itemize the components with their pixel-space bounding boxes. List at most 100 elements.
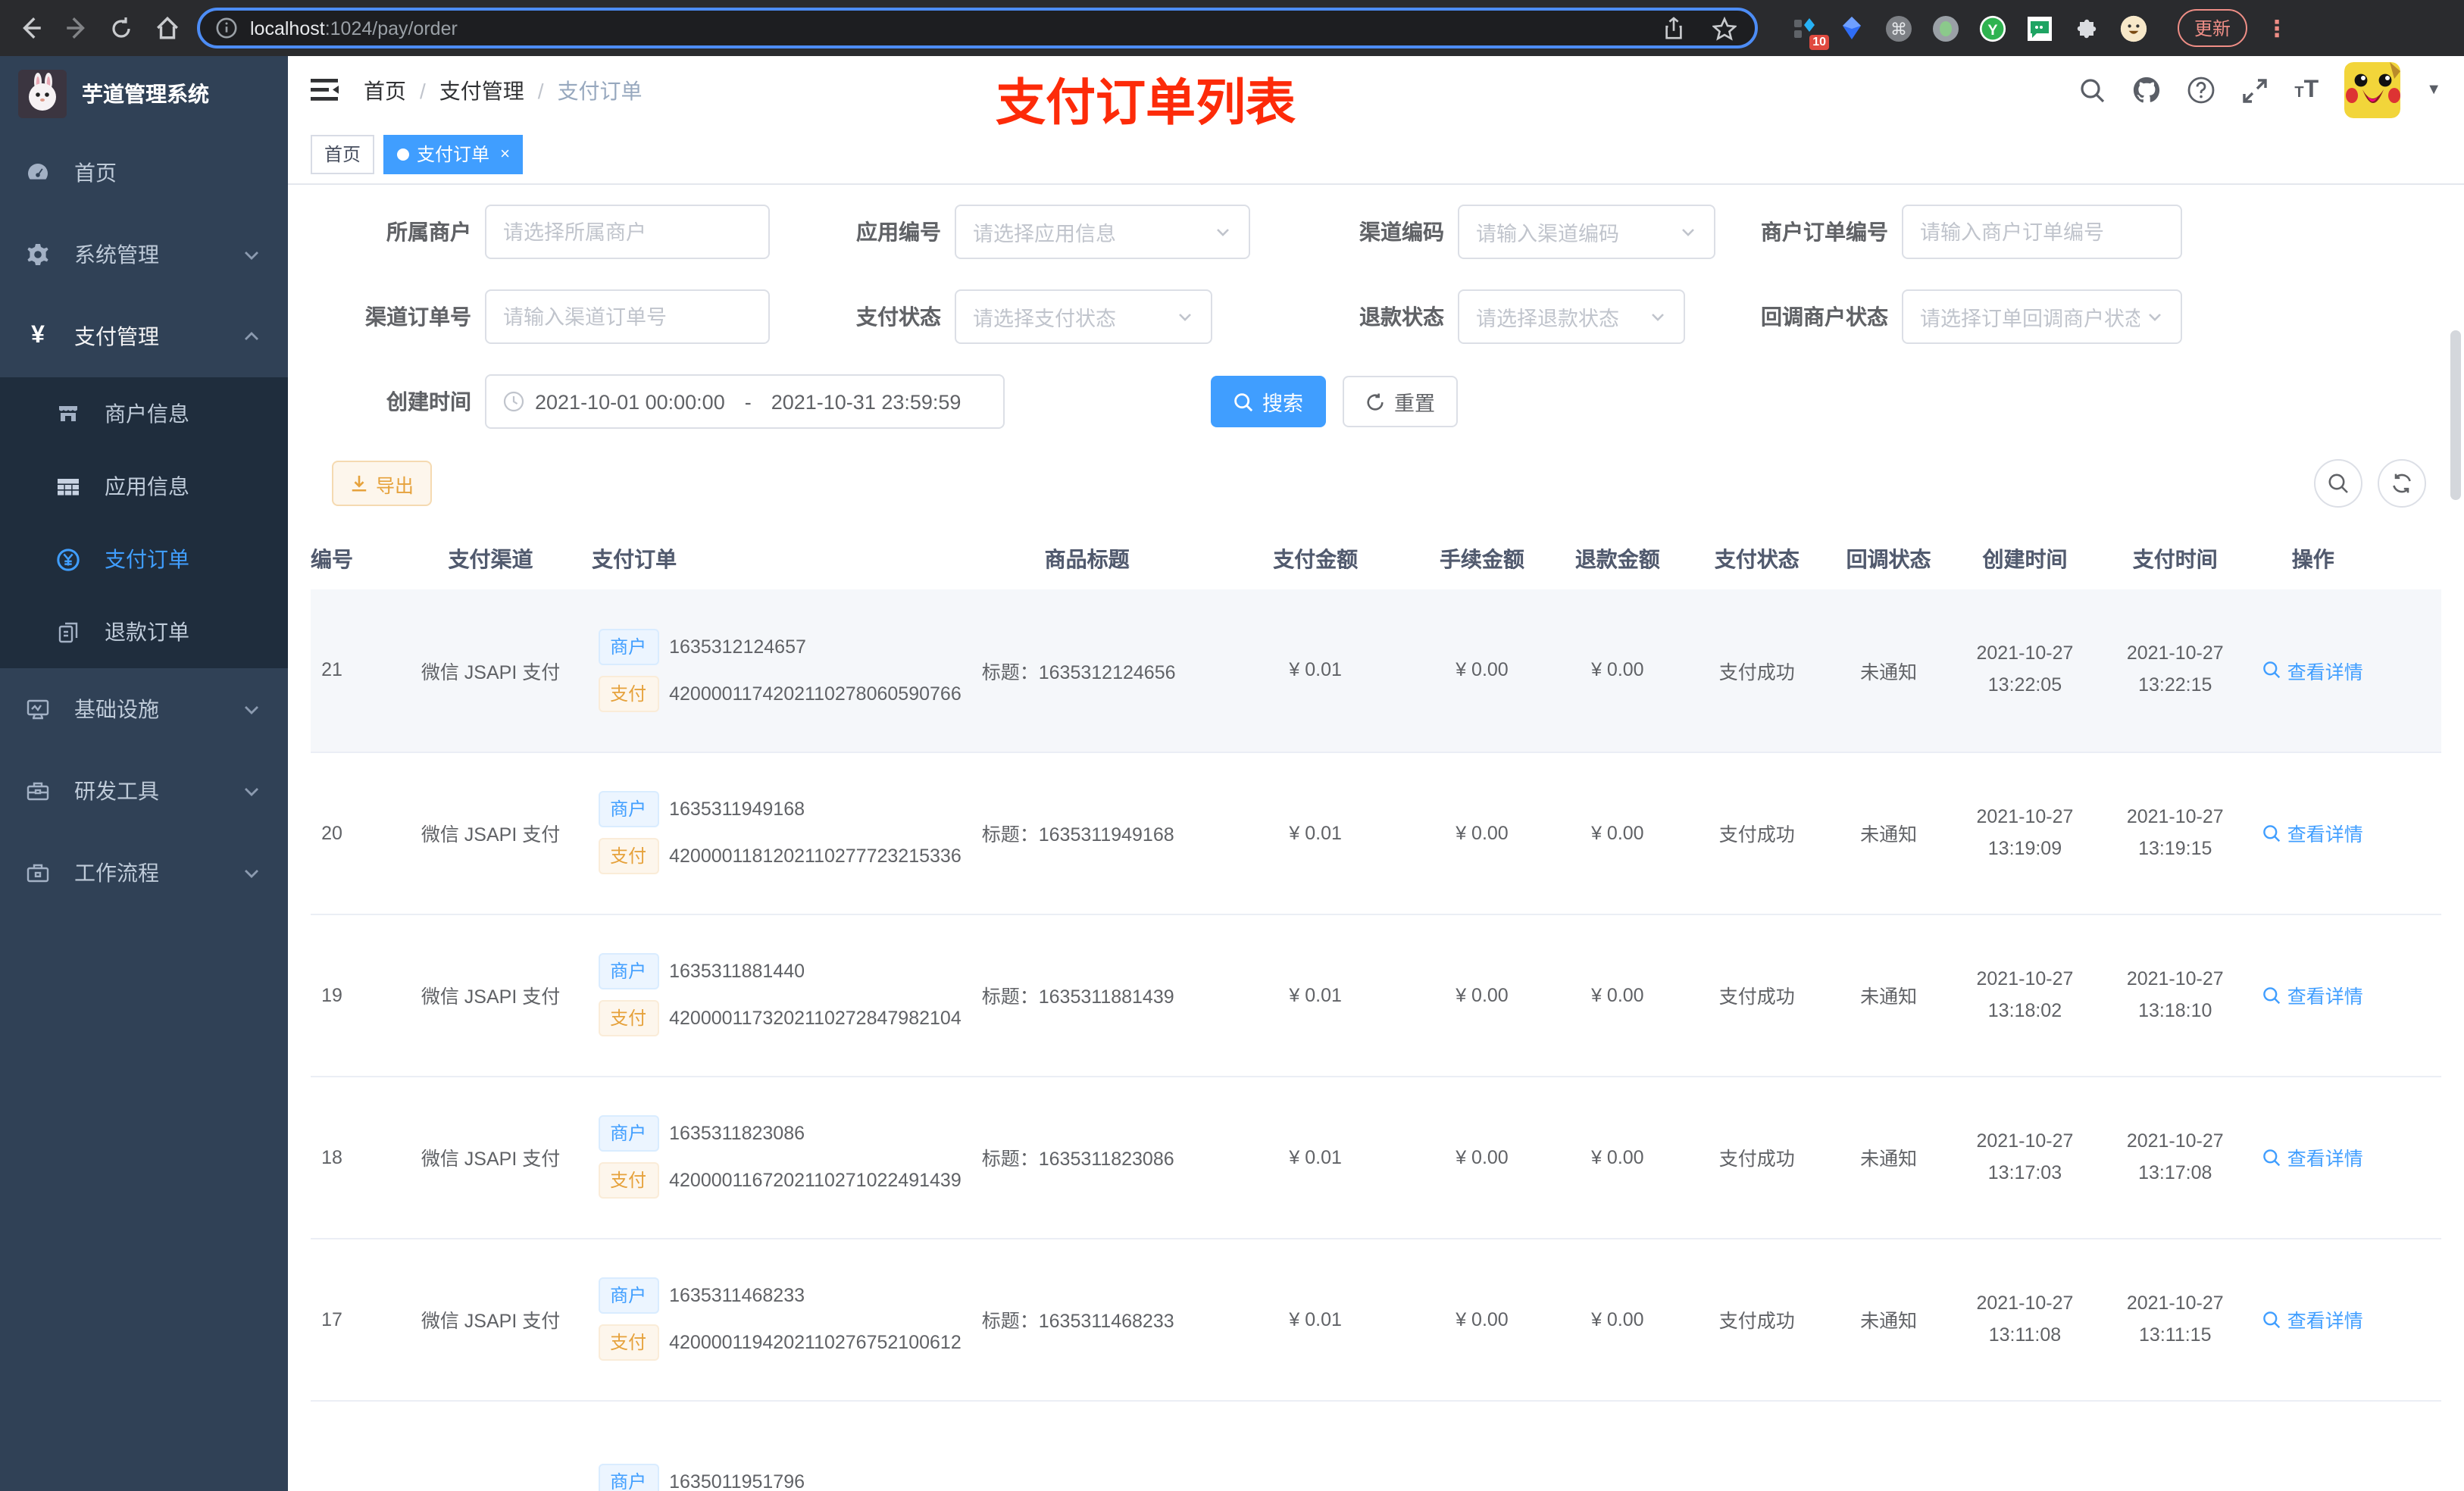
sidebar-item-merchant-info[interactable]: 商户信息 <box>0 377 288 450</box>
sidebar-item-refund-order[interactable]: 退款订单 <box>0 595 288 668</box>
search-icon[interactable] <box>2079 77 2106 104</box>
help-icon[interactable] <box>2187 76 2215 105</box>
user-avatar[interactable] <box>2344 62 2401 118</box>
tag-pay-order[interactable]: 支付订单 × <box>383 134 524 173</box>
sidebar-item-workflow[interactable]: 工作流程 <box>0 832 288 914</box>
breadcrumb: 首页 / 支付管理 / 支付订单 <box>364 75 643 105</box>
fullscreen-icon[interactable] <box>2241 77 2269 104</box>
search-button[interactable]: 搜索 <box>1211 376 1326 427</box>
reset-button[interactable]: 重置 <box>1343 376 1458 427</box>
tag-home[interactable]: 首页 <box>311 134 375 173</box>
view-detail-link[interactable]: 查看详情 <box>2263 818 2363 847</box>
pay-order-cell: 商户 1635311949168 支付 4200001181202110277723… <box>580 752 962 914</box>
merchant-order-no-input[interactable] <box>1902 205 2182 259</box>
column-header-12: 操作 <box>2291 547 2334 571</box>
pay-channel-cell <box>402 1400 580 1491</box>
scrollbar-thumb[interactable] <box>2450 330 2461 500</box>
page-annotation: 支付订单列表 <box>996 74 1296 130</box>
svg-text:⌘: ⌘ <box>1890 20 1907 39</box>
order-id-cell: 21 <box>321 659 342 681</box>
sidebar-item-label: 工作流程 <box>74 861 159 885</box>
payment-submenu: 商户信息 应用信息 支付订单 退款订单 <box>0 377 288 668</box>
filter-label: 渠道订单号 <box>365 305 471 329</box>
browser-update-button[interactable]: 更新 <box>2178 9 2248 47</box>
refund-amount-cell: ¥ 0.00 <box>1591 1308 1644 1330</box>
pay-status-cell: 支付成功 <box>1718 986 1795 1008</box>
pay-order-cell: 商户 1635311881440 支付 4200001173202110272847… <box>580 914 962 1076</box>
extension-command-icon[interactable]: ⌘ <box>1885 14 1912 42</box>
font-size-icon[interactable]: TT <box>2294 77 2319 104</box>
view-detail-link[interactable]: 查看详情 <box>2263 1305 2363 1333</box>
info-icon[interactable] <box>215 13 238 43</box>
toggle-search-icon[interactable] <box>2314 459 2362 508</box>
extension-dot-icon[interactable] <box>1932 14 1959 42</box>
sidebar-item-devtools[interactable]: 研发工具 <box>0 750 288 832</box>
sidebar-item-label: 系统管理 <box>74 242 159 267</box>
extension-kite-icon[interactable] <box>1838 14 1865 42</box>
address-bar[interactable]: localhost:1024/pay/order <box>197 8 1758 48</box>
profile-avatar-icon[interactable] <box>2120 14 2147 42</box>
github-icon[interactable] <box>2132 76 2161 105</box>
pay-time-cell: 2021-10-27 13:18:10 <box>2126 967 2224 1021</box>
browser-menu-icon[interactable]: ⋮ <box>2265 14 2288 42</box>
sidebar-item-system[interactable]: 系统管理 <box>0 214 288 295</box>
breadcrumb-home[interactable]: 首页 <box>364 75 406 105</box>
pay-time-cell: 2021-10-27 13:11:15 <box>2126 1292 2224 1345</box>
view-detail-link[interactable]: 查看详情 <box>2263 656 2363 685</box>
table-row: 17 微信 JSAPI 支付 商户 1635311468233 支付 4200001… <box>311 1238 2441 1400</box>
sidebar-item-home[interactable]: 首页 <box>0 132 288 214</box>
callback-status-select[interactable]: 请选择订单回调商户状态 <box>1902 289 2182 344</box>
callback-status-cell: 未通知 <box>1860 824 1918 846</box>
forward-icon[interactable] <box>61 13 91 43</box>
pay-status-cell: 支付成功 <box>1718 661 1795 683</box>
export-button[interactable]: 导出 <box>332 461 433 506</box>
back-icon[interactable] <box>15 13 45 43</box>
sidebar-item-label: 支付订单 <box>105 547 189 571</box>
filter-label: 退款状态 <box>1359 305 1444 329</box>
merchant-tag: 商户 <box>598 1115 659 1152</box>
select-placeholder: 请输入渠道编码 <box>1476 223 1619 245</box>
pay-order-cell: 商户 1635311468233 支付 4200001194202110276752… <box>580 1238 962 1400</box>
hamburger-icon[interactable] <box>311 77 339 103</box>
range-start: 2021-10-01 00:00:00 <box>535 390 725 413</box>
merchant-tag: 商户 <box>598 953 659 989</box>
pay-amount-cell: ¥ 0.01 <box>1289 659 1342 681</box>
filter-merchant: 所属商户 <box>311 205 770 259</box>
select-placeholder: 请选择退款状态 <box>1476 308 1619 330</box>
close-icon[interactable]: × <box>500 145 510 163</box>
star-icon[interactable] <box>1709 13 1740 43</box>
view-detail-link[interactable]: 查看详情 <box>2263 1142 2363 1171</box>
extension-chat-icon[interactable] <box>2026 14 2053 42</box>
extension-sidekick-icon[interactable]: 10 <box>1791 14 1829 49</box>
actions-cell: 查看详情 <box>2244 1076 2383 1238</box>
home-icon[interactable] <box>152 13 182 43</box>
pay-order-line: 支付 4200001167202110271022491439 <box>586 1162 962 1199</box>
sidebar-item-application-info[interactable]: 应用信息 <box>0 450 288 523</box>
pay-tag: 支付 <box>598 1324 659 1361</box>
pay-status-cell: 支付成功 <box>1718 1311 1795 1332</box>
filter-label: 渠道编码 <box>1359 220 1444 244</box>
filter-label: 创建时间 <box>386 389 471 414</box>
view-detail-link[interactable]: 查看详情 <box>2263 980 2363 1009</box>
extension-y-icon[interactable]: Y <box>1979 14 2006 42</box>
sidebar-item-infrastructure[interactable]: 基础设施 <box>0 668 288 750</box>
logo-link[interactable]: 芋道管理系统 <box>0 56 288 132</box>
refund-amount-cell: ¥ 0.00 <box>1591 659 1644 681</box>
column-header-3: 支付订单 <box>592 547 677 571</box>
pay-order-cell: 商户 1635311823086 支付 4200001167202110271022… <box>580 1076 962 1238</box>
reload-icon[interactable] <box>106 13 136 43</box>
refresh-icon[interactable] <box>2378 459 2426 508</box>
sidebar-item-payment[interactable]: ¥ 支付管理 <box>0 295 288 377</box>
filler-cell <box>2383 752 2441 914</box>
share-icon[interactable] <box>1658 13 1688 43</box>
caret-down-icon[interactable]: ▼ <box>2426 82 2441 98</box>
create-time-range-picker[interactable]: 2021-10-01 00:00:00 - 2021-10-31 23:59:5… <box>485 374 1005 429</box>
extensions-puzzle-icon[interactable] <box>2073 14 2100 42</box>
pay-order-line: 支付 4200001174202110278060590766 <box>586 675 962 712</box>
chevron-down-icon <box>2146 308 2164 326</box>
sidebar-item-pay-order[interactable]: 支付订单 <box>0 523 288 595</box>
pay-amount-cell: ¥ 0.01 <box>1289 984 1342 1005</box>
breadcrumb-section[interactable]: 支付管理 <box>439 75 524 105</box>
column-header-5: 支付金额 <box>1273 547 1359 571</box>
active-dot <box>397 148 410 160</box>
